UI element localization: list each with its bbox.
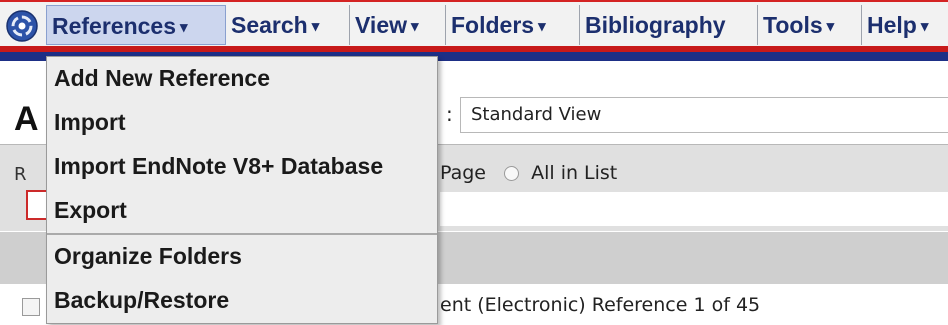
chevron-down-icon: ▾	[826, 18, 835, 35]
view-label: :	[446, 102, 453, 126]
menu-item-import-endnote[interactable]: Import EndNote V8+ Database	[54, 153, 383, 180]
menubar: References ▾ Search ▾ View ▾ Folders ▾ Bibli…	[0, 0, 948, 46]
reference-checkbox[interactable]	[22, 298, 40, 316]
menu-help[interactable]: Help ▾	[862, 5, 948, 45]
menu-references-label: References	[52, 13, 177, 39]
menu-item-add-new-reference[interactable]: Add New Reference	[54, 65, 270, 92]
chevron-down-icon: ▾	[411, 18, 419, 35]
page-title: A	[14, 100, 39, 138]
folder-select-field[interactable]	[440, 192, 948, 226]
menu-separator	[47, 233, 437, 235]
menu-item-backup-restore[interactable]: Backup/Restore	[54, 287, 229, 314]
menu-folders[interactable]: Folders ▾	[446, 5, 580, 45]
radio-all-in-list[interactable]	[504, 166, 520, 181]
menu-view-label: View	[355, 12, 407, 38]
selection-radio-group: Page All in List	[440, 162, 617, 184]
menu-help-label: Help	[867, 12, 917, 38]
menu-item-organize-folders[interactable]: Organize Folders	[54, 243, 242, 270]
menu-bibliography[interactable]: Bibliography	[580, 5, 758, 45]
menu-view[interactable]: View ▾	[350, 5, 446, 45]
references-label: R	[14, 164, 27, 185]
references-dropdown: Add New Reference Import Import EndNote …	[46, 56, 438, 324]
menu-references[interactable]: References ▾	[46, 5, 226, 45]
app-globe-icon[interactable]	[5, 9, 39, 43]
view-select[interactable]: Standard View	[460, 97, 948, 133]
radio-page-label: Page	[440, 162, 486, 184]
reference-info: ent (Electronic) Reference 1 of 45	[440, 294, 761, 316]
chevron-down-icon: ▾	[311, 18, 320, 35]
menu-bibliography-label: Bibliography	[585, 12, 726, 38]
menu-item-import[interactable]: Import	[54, 109, 126, 136]
chevron-down-icon: ▾	[920, 18, 929, 35]
menu-tools[interactable]: Tools ▾	[758, 5, 862, 45]
radio-all-in-list-label: All in List	[531, 162, 618, 184]
menu-folders-label: Folders	[451, 12, 535, 38]
chevron-down-icon: ▾	[180, 19, 188, 36]
chevron-down-icon: ▾	[538, 18, 546, 35]
menu-search-label: Search	[231, 12, 308, 38]
menu-item-export[interactable]: Export	[54, 197, 127, 224]
menu-search[interactable]: Search ▾	[226, 5, 350, 45]
menu-tools-label: Tools	[763, 12, 823, 38]
